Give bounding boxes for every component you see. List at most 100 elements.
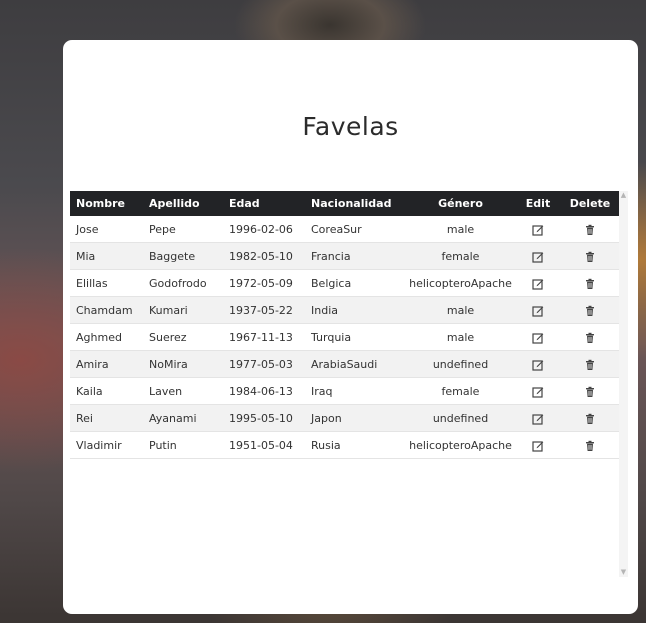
- edit-cell: [516, 216, 560, 243]
- table-row: Jose Pepe 1996-02-06 CoreaSur male: [70, 216, 620, 243]
- cell-apellido: Godofrodo: [143, 269, 223, 297]
- edit-cell: [516, 323, 560, 351]
- cell-nombre: Amira: [70, 350, 143, 378]
- cell-genero: female: [405, 242, 516, 270]
- header-edit: Edit: [525, 197, 551, 210]
- people-table: Nombre Apellido Edad Nacionalidad Género…: [70, 191, 620, 459]
- delete-cell: [560, 350, 620, 378]
- cell-edad: 1984-06-13: [223, 377, 305, 405]
- edit-icon[interactable]: [532, 386, 544, 398]
- cell-edad: 1967-11-13: [223, 323, 305, 351]
- cell-apellido: Laven: [143, 377, 223, 405]
- edit-cell: [516, 269, 560, 297]
- cell-nacionalidad: Belgica: [305, 269, 405, 297]
- trash-icon[interactable]: [584, 251, 596, 263]
- trash-icon[interactable]: [584, 305, 596, 317]
- cell-apellido: Ayanami: [143, 404, 223, 432]
- main-card: Favelas Nombre Apellido Edad Nacionalida…: [63, 40, 638, 614]
- scroll-up-arrow-icon[interactable]: ▲: [619, 191, 628, 200]
- cell-edad: 1937-05-22: [223, 296, 305, 324]
- cell-apellido: NoMira: [143, 350, 223, 378]
- trash-icon[interactable]: [584, 386, 596, 398]
- delete-cell: [560, 296, 620, 324]
- cell-genero: male: [405, 296, 516, 324]
- trash-icon[interactable]: [584, 440, 596, 452]
- cell-edad: 1996-02-06: [223, 216, 305, 243]
- cell-genero: male: [405, 216, 516, 243]
- cell-genero: undefined: [405, 350, 516, 378]
- cell-genero: undefined: [405, 404, 516, 432]
- table-header-row: Nombre Apellido Edad Nacionalidad Género…: [70, 191, 620, 216]
- cell-nombre: Aghmed: [70, 323, 143, 351]
- trash-icon[interactable]: [584, 332, 596, 344]
- cell-nombre: Kaila: [70, 377, 143, 405]
- edit-cell: [516, 431, 560, 459]
- edit-icon[interactable]: [532, 413, 544, 425]
- table-row: Vladimir Putin 1951-05-04 Rusia helicopteroA…: [70, 431, 620, 459]
- cell-nacionalidad: India: [305, 296, 405, 324]
- edit-icon[interactable]: [532, 251, 544, 263]
- cell-nombre: Vladimir: [70, 431, 143, 459]
- cell-apellido: Baggete: [143, 242, 223, 270]
- delete-cell: [560, 323, 620, 351]
- cell-edad: 1977-05-03: [223, 350, 305, 378]
- cell-nombre: Jose: [70, 216, 143, 243]
- table-row: Amira NoMira 1977-05-03 ArabiaSaudi undefine…: [70, 350, 620, 378]
- people-table-container: Nombre Apellido Edad Nacionalidad Género…: [70, 191, 620, 459]
- edit-cell: [516, 242, 560, 270]
- edit-cell: [516, 296, 560, 324]
- cell-genero: female: [405, 377, 516, 405]
- edit-icon[interactable]: [532, 332, 544, 344]
- edit-cell: [516, 404, 560, 432]
- edit-icon[interactable]: [532, 305, 544, 317]
- table-row: Rei Ayanami 1995-05-10 Japon undefined: [70, 404, 620, 432]
- table-row: Aghmed Suerez 1967-11-13 Turquia male: [70, 323, 620, 351]
- header-nombre[interactable]: Nombre: [70, 191, 143, 216]
- cell-apellido: Kumari: [143, 296, 223, 324]
- cell-nacionalidad: ArabiaSaudi: [305, 350, 405, 378]
- cell-apellido: Putin: [143, 431, 223, 459]
- cell-genero: helicopteroApache: [405, 269, 516, 297]
- cell-edad: 1982-05-10: [223, 242, 305, 270]
- cell-edad: 1995-05-10: [223, 404, 305, 432]
- trash-icon[interactable]: [584, 278, 596, 290]
- header-edad[interactable]: Edad: [223, 191, 305, 216]
- cell-genero: male: [405, 323, 516, 351]
- trash-icon[interactable]: [584, 359, 596, 371]
- edit-icon[interactable]: [532, 359, 544, 371]
- table-row: Elillas Godofrodo 1972-05-09 Belgica helicop…: [70, 269, 620, 297]
- cell-edad: 1951-05-04: [223, 431, 305, 459]
- delete-cell: [560, 269, 620, 297]
- delete-cell: [560, 431, 620, 459]
- cell-nacionalidad: Iraq: [305, 377, 405, 405]
- page-title: Favelas: [302, 112, 399, 141]
- delete-cell: [560, 377, 620, 405]
- trash-icon[interactable]: [584, 224, 596, 236]
- trash-icon[interactable]: [584, 413, 596, 425]
- delete-cell: [560, 216, 620, 243]
- cell-genero: helicopteroApache: [405, 431, 516, 459]
- cell-edad: 1972-05-09: [223, 269, 305, 297]
- header-nacionalidad[interactable]: Nacionalidad: [305, 191, 405, 216]
- header-delete: Delete: [569, 197, 611, 210]
- cell-apellido: Pepe: [143, 216, 223, 243]
- edit-cell: [516, 350, 560, 378]
- delete-cell: [560, 404, 620, 432]
- edit-icon[interactable]: [532, 278, 544, 290]
- table-row: Mia Baggete 1982-05-10 Francia female: [70, 242, 620, 270]
- cell-nacionalidad: CoreaSur: [305, 216, 405, 243]
- edit-icon[interactable]: [532, 224, 544, 236]
- scroll-down-arrow-icon[interactable]: ▼: [619, 568, 628, 577]
- cell-nacionalidad: Rusia: [305, 431, 405, 459]
- table-scrollbar[interactable]: ▲ ▼: [619, 191, 628, 577]
- edit-icon[interactable]: [532, 440, 544, 452]
- cell-nombre: Elillas: [70, 269, 143, 297]
- header-apellido[interactable]: Apellido: [143, 191, 223, 216]
- header-genero[interactable]: Género: [405, 191, 516, 216]
- delete-cell: [560, 242, 620, 270]
- cell-nombre: Mia: [70, 242, 143, 270]
- cell-nombre: Rei: [70, 404, 143, 432]
- cell-nombre: Chamdam: [70, 296, 143, 324]
- table-row: Kaila Laven 1984-06-13 Iraq female: [70, 377, 620, 405]
- edit-cell: [516, 377, 560, 405]
